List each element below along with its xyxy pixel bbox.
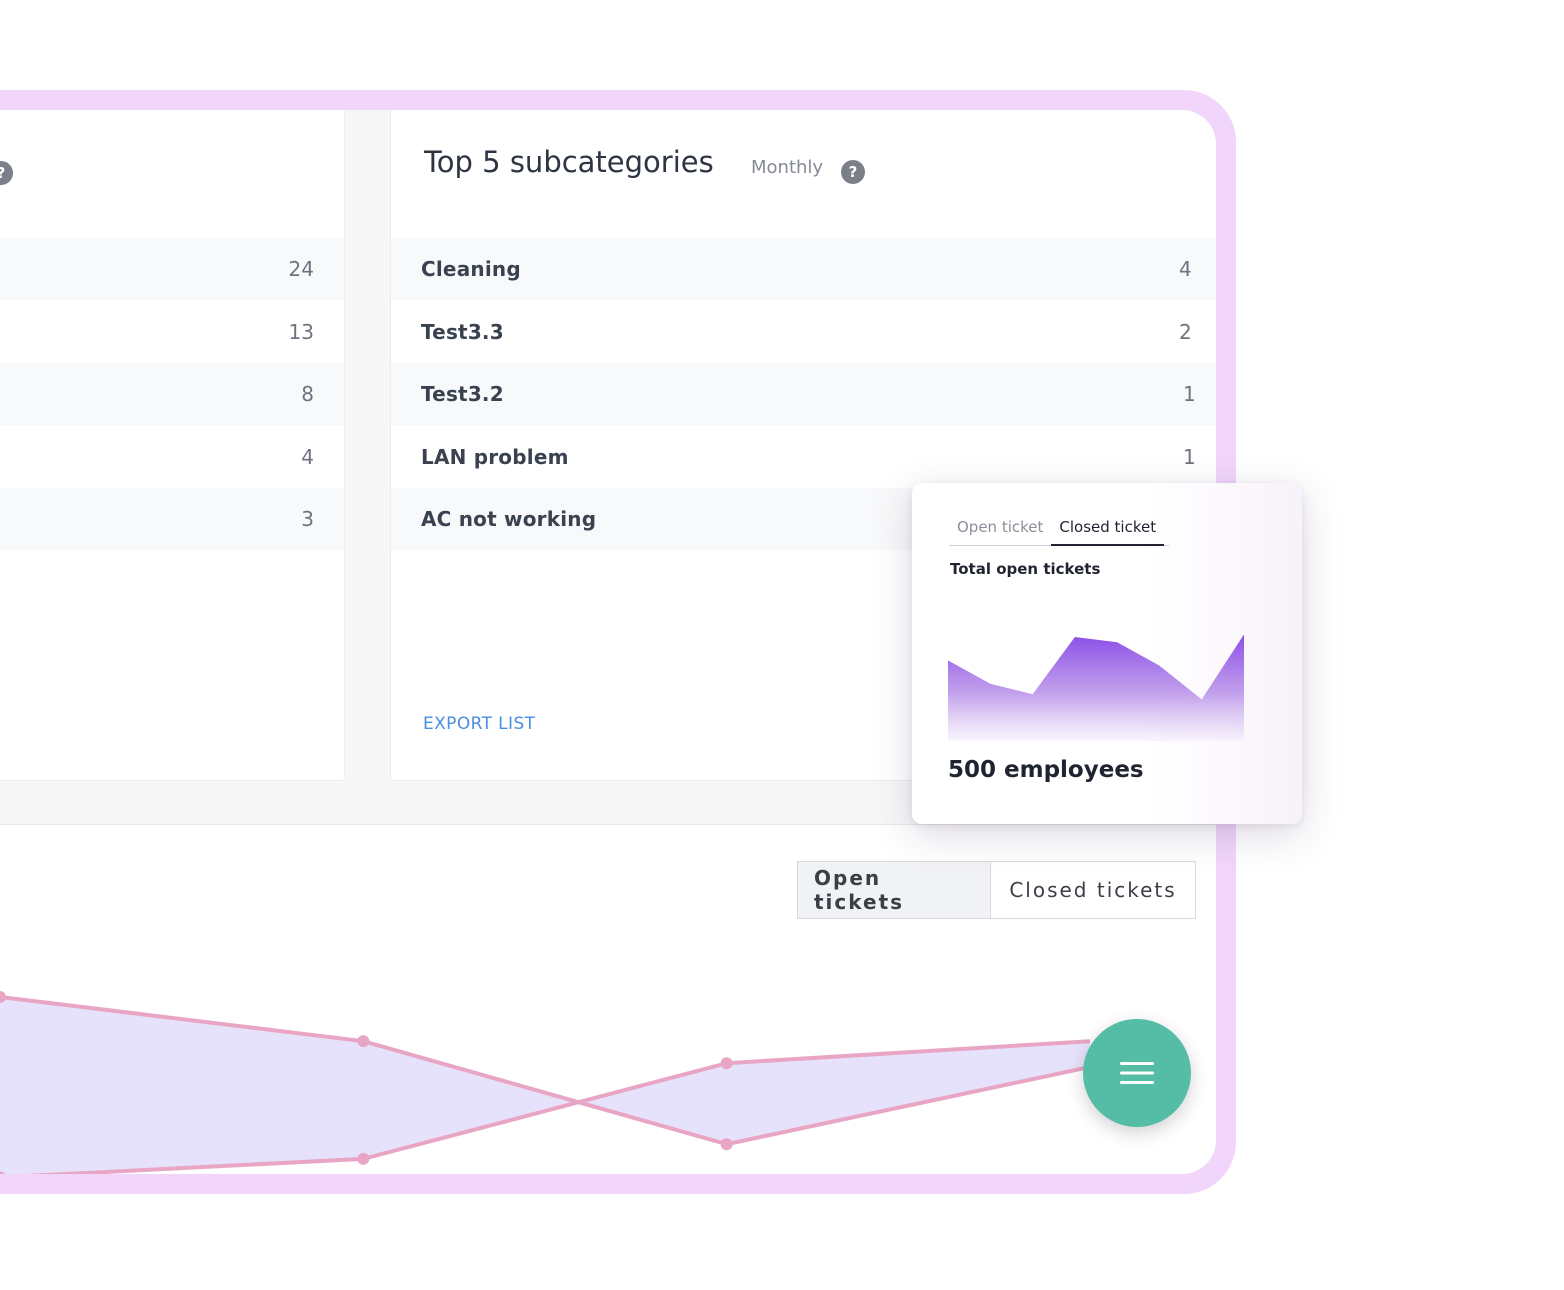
left-panel-card: ? 24 13 8 4 3: [0, 110, 345, 781]
subcategory-count: 2: [1179, 320, 1192, 344]
subcategory-name: LAN problem: [421, 445, 569, 469]
row-value: 4: [301, 445, 314, 469]
ticket-summary-popup: Open ticket Closed ticket Total open tic…: [912, 483, 1302, 824]
area-series: [948, 634, 1244, 741]
table-row: Test3.3 2: [391, 301, 1216, 363]
table-row: 24: [0, 238, 344, 300]
series-area: [0, 997, 1090, 1174]
menu-icon: [1120, 1062, 1154, 1084]
ticket-trend-section: Open tickets Closed tickets: [0, 824, 1216, 1174]
menu-button[interactable]: [1083, 1019, 1191, 1127]
table-row: 3: [0, 488, 344, 550]
tab-open-ticket[interactable]: Open ticket: [949, 517, 1051, 544]
table-row: 4: [0, 426, 344, 488]
subcategory-count: 1: [1183, 382, 1196, 406]
row-value: 24: [288, 257, 314, 281]
question-circle-icon[interactable]: ?: [0, 161, 13, 185]
subcategory-name: Test3.3: [421, 320, 504, 344]
popup-subtitle: Total open tickets: [950, 560, 1101, 578]
ticket-line-chart: [0, 991, 1091, 1174]
data-point[interactable]: [357, 1152, 370, 1165]
subcategory-name: Cleaning: [421, 257, 521, 281]
subcategory-count: 1: [1183, 445, 1196, 469]
table-row: Test3.2 1: [391, 363, 1216, 425]
row-value: 3: [301, 507, 314, 531]
panel-title: Top 5 subcategories: [424, 145, 714, 179]
question-circle-icon[interactable]: ?: [841, 160, 865, 184]
tab-closed-ticket[interactable]: Closed ticket: [1051, 517, 1165, 546]
export-list-link[interactable]: EXPORT LIST: [423, 714, 535, 734]
popup-tabs: Open ticket Closed ticket: [949, 517, 1169, 546]
period-label[interactable]: Monthly: [751, 157, 823, 178]
data-point[interactable]: [357, 1035, 370, 1048]
open-tickets-area-chart: [948, 634, 1244, 741]
data-point[interactable]: [720, 1057, 733, 1070]
subcategory-count: 4: [1179, 257, 1192, 281]
row-value: 13: [288, 320, 314, 344]
table-row: Cleaning 4: [391, 238, 1216, 300]
employee-count: 500 employees: [948, 757, 1144, 783]
subcategory-name: AC not working: [421, 507, 597, 531]
subcategory-name: Test3.2: [421, 382, 504, 406]
table-row: 8: [0, 363, 344, 425]
table-row: 13: [0, 301, 344, 363]
table-row: LAN problem 1: [391, 426, 1216, 488]
data-point[interactable]: [720, 1138, 733, 1151]
row-value: 8: [301, 382, 314, 406]
